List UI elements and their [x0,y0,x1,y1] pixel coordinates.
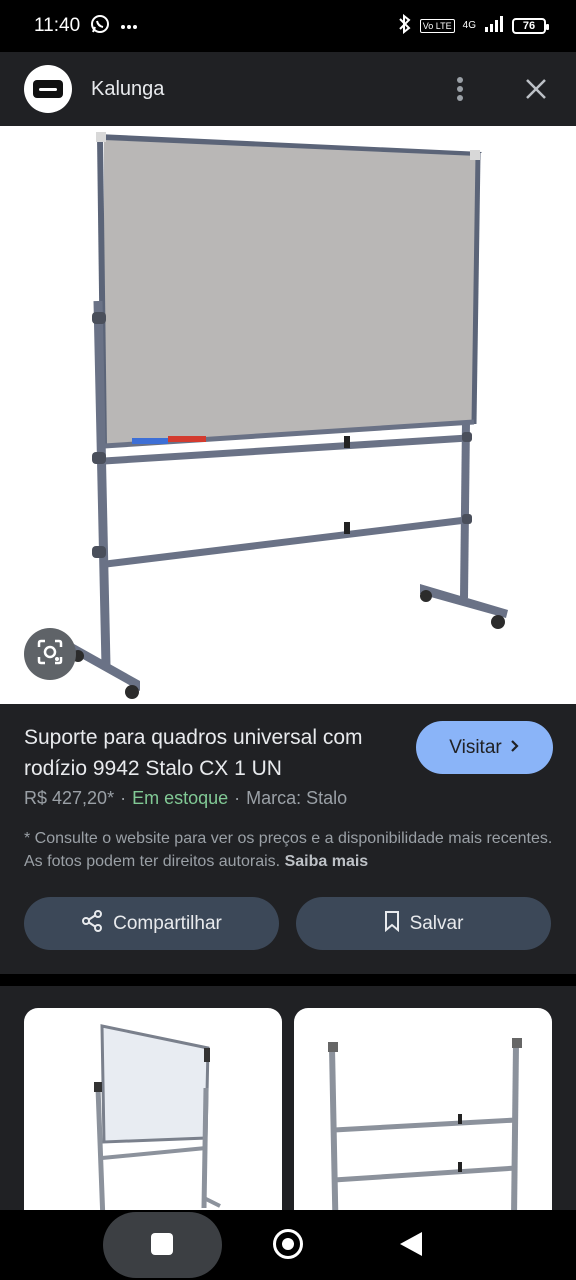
network-label: 4G [462,20,476,31]
battery-level: 76 [522,20,536,32]
separator: · [120,788,127,808]
volte-badge: Vo LTE [419,19,455,33]
stock-status: Em estoque [132,788,229,808]
section-divider [0,974,576,986]
learn-more-link[interactable]: Saiba mais [285,853,369,870]
battery-icon: 76 [512,18,549,34]
share-button[interactable]: Compartilhar [24,897,279,950]
chevron-right-icon [510,737,520,759]
back-icon[interactable] [400,1232,422,1256]
site-logo-mark [33,80,63,98]
whatsapp-icon [90,14,110,39]
visit-label: Visitar [449,736,502,758]
product-info-panel: Suporte para quadros universal com rodíz… [0,704,576,974]
bookmark-icon [384,910,400,938]
price: R$ 427,20* [24,788,115,808]
site-header: Kalunga [0,52,576,126]
home-icon[interactable] [273,1229,303,1259]
save-label: Salvar [409,912,464,934]
more-vert-icon[interactable] [442,71,478,107]
bluetooth-icon [398,13,412,39]
recents-icon[interactable] [151,1233,173,1255]
lens-search-button[interactable] [24,628,76,680]
visit-button[interactable]: Visitar [416,721,553,774]
signal-icon [484,15,504,37]
site-logo [24,65,72,113]
product-image[interactable] [0,126,576,704]
product-meta: R$ 427,20* · Em estoque · Marca: Stalo [24,788,347,809]
close-icon[interactable] [518,71,554,107]
brand: Marca: Stalo [246,788,348,808]
more-dots-icon [120,17,138,35]
system-nav-bar [0,1210,576,1280]
lens-icon [36,638,64,671]
share-label: Compartilhar [113,912,222,934]
site-name: Kalunga [91,77,165,100]
disclaimer: * Consulte o website para ver os preços … [24,827,554,873]
product-title: Suporte para quadros universal com rodíz… [24,726,363,780]
separator: · [234,788,241,808]
status-bar: 11:40 Vo LTE 4G 76 [0,0,576,52]
save-button[interactable]: Salvar [296,897,551,950]
share-icon [81,909,103,938]
status-time: 11:40 [34,15,81,36]
